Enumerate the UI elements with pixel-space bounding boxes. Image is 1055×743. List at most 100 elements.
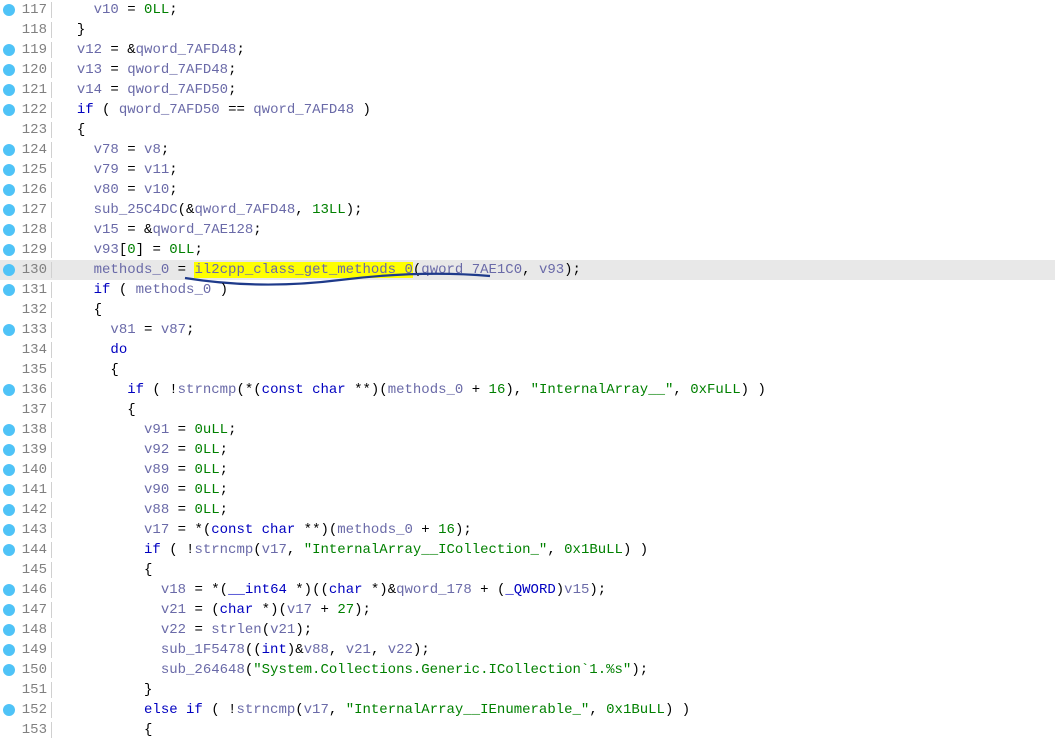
- breakpoint-icon[interactable]: [3, 544, 15, 556]
- breakpoint-icon[interactable]: [3, 224, 15, 236]
- code-content[interactable]: v12 = &qword_7AFD48;: [52, 42, 245, 58]
- breakpoint-gutter[interactable]: [0, 664, 18, 676]
- code-content[interactable]: v93[0] = 0LL;: [52, 242, 203, 258]
- breakpoint-gutter[interactable]: [0, 384, 18, 396]
- breakpoint-gutter[interactable]: [0, 104, 18, 116]
- code-line[interactable]: 123 {: [0, 120, 1055, 140]
- code-content[interactable]: if ( !strncmp(*(const char **)(methods_0…: [52, 382, 766, 398]
- breakpoint-gutter[interactable]: [0, 4, 18, 16]
- code-content[interactable]: v91 = 0uLL;: [52, 422, 236, 438]
- breakpoint-gutter[interactable]: [0, 624, 18, 636]
- code-line[interactable]: 150 sub_264648("System.Collections.Gener…: [0, 660, 1055, 680]
- code-content[interactable]: v17 = *(const char **)(methods_0 + 16);: [52, 522, 472, 538]
- breakpoint-gutter[interactable]: [0, 464, 18, 476]
- code-content[interactable]: v21 = (char *)(v17 + 27);: [52, 602, 371, 618]
- breakpoint-icon[interactable]: [3, 704, 15, 716]
- code-content[interactable]: if ( !strncmp(v17, "InternalArray__IColl…: [52, 542, 648, 558]
- code-line[interactable]: 119 v12 = &qword_7AFD48;: [0, 40, 1055, 60]
- code-line[interactable]: 136 if ( !strncmp(*(const char **)(metho…: [0, 380, 1055, 400]
- code-line[interactable]: 151 }: [0, 680, 1055, 700]
- breakpoint-icon[interactable]: [3, 484, 15, 496]
- code-content[interactable]: {: [52, 122, 85, 138]
- breakpoint-gutter[interactable]: [0, 704, 18, 716]
- breakpoint-gutter[interactable]: [0, 44, 18, 56]
- code-line[interactable]: 145 {: [0, 560, 1055, 580]
- code-content[interactable]: sub_264648("System.Collections.Generic.I…: [52, 662, 648, 678]
- breakpoint-icon[interactable]: [3, 104, 15, 116]
- breakpoint-gutter[interactable]: [0, 504, 18, 516]
- code-content[interactable]: sub_1F5478((int)&v88, v21, v22);: [52, 642, 430, 658]
- breakpoint-icon[interactable]: [3, 624, 15, 636]
- code-content[interactable]: v90 = 0LL;: [52, 482, 228, 498]
- breakpoint-icon[interactable]: [3, 64, 15, 76]
- breakpoint-icon[interactable]: [3, 384, 15, 396]
- code-line[interactable]: 139 v92 = 0LL;: [0, 440, 1055, 460]
- breakpoint-gutter[interactable]: [0, 444, 18, 456]
- code-line[interactable]: 144 if ( !strncmp(v17, "InternalArray__I…: [0, 540, 1055, 560]
- breakpoint-gutter[interactable]: [0, 144, 18, 156]
- breakpoint-gutter[interactable]: [0, 584, 18, 596]
- breakpoint-gutter[interactable]: [0, 64, 18, 76]
- code-content[interactable]: v13 = qword_7AFD48;: [52, 62, 236, 78]
- code-line[interactable]: 138 v91 = 0uLL;: [0, 420, 1055, 440]
- code-content[interactable]: v14 = qword_7AFD50;: [52, 82, 236, 98]
- code-content[interactable]: {: [52, 562, 152, 578]
- code-line[interactable]: 153 {: [0, 720, 1055, 740]
- code-content[interactable]: v78 = v8;: [52, 142, 169, 158]
- code-line[interactable]: 128 v15 = &qword_7AE128;: [0, 220, 1055, 240]
- code-content[interactable]: {: [52, 362, 119, 378]
- code-line[interactable]: 127 sub_25C4DC(&qword_7AFD48, 13LL);: [0, 200, 1055, 220]
- code-line[interactable]: 131 if ( methods_0 ): [0, 280, 1055, 300]
- code-line[interactable]: 135 {: [0, 360, 1055, 380]
- code-content[interactable]: if ( methods_0 ): [52, 282, 228, 298]
- code-line[interactable]: 147 v21 = (char *)(v17 + 27);: [0, 600, 1055, 620]
- code-line[interactable]: 126 v80 = v10;: [0, 180, 1055, 200]
- code-line[interactable]: 122 if ( qword_7AFD50 == qword_7AFD48 ): [0, 100, 1055, 120]
- code-content[interactable]: methods_0 = il2cpp_class_get_methods_0(q…: [52, 262, 581, 278]
- code-content[interactable]: {: [52, 302, 102, 318]
- breakpoint-icon[interactable]: [3, 584, 15, 596]
- code-line[interactable]: 133 v81 = v87;: [0, 320, 1055, 340]
- code-line[interactable]: 121 v14 = qword_7AFD50;: [0, 80, 1055, 100]
- breakpoint-icon[interactable]: [3, 144, 15, 156]
- code-line[interactable]: 134 do: [0, 340, 1055, 360]
- code-content[interactable]: v89 = 0LL;: [52, 462, 228, 478]
- code-content[interactable]: v10 = 0LL;: [52, 2, 178, 18]
- code-content[interactable]: do: [52, 342, 127, 358]
- breakpoint-icon[interactable]: [3, 324, 15, 336]
- breakpoint-icon[interactable]: [3, 444, 15, 456]
- breakpoint-icon[interactable]: [3, 184, 15, 196]
- code-line[interactable]: 118 }: [0, 20, 1055, 40]
- code-content[interactable]: v80 = v10;: [52, 182, 178, 198]
- code-content[interactable]: v88 = 0LL;: [52, 502, 228, 518]
- code-line[interactable]: 117 v10 = 0LL;: [0, 0, 1055, 20]
- breakpoint-gutter[interactable]: [0, 644, 18, 656]
- code-line[interactable]: 152 else if ( !strncmp(v17, "InternalArr…: [0, 700, 1055, 720]
- breakpoint-gutter[interactable]: [0, 424, 18, 436]
- code-content[interactable]: sub_25C4DC(&qword_7AFD48, 13LL);: [52, 202, 363, 218]
- breakpoint-icon[interactable]: [3, 264, 15, 276]
- code-content[interactable]: else if ( !strncmp(v17, "InternalArray__…: [52, 702, 690, 718]
- code-content[interactable]: }: [52, 22, 85, 38]
- breakpoint-icon[interactable]: [3, 4, 15, 16]
- breakpoint-gutter[interactable]: [0, 264, 18, 276]
- code-line[interactable]: 132 {: [0, 300, 1055, 320]
- code-content[interactable]: {: [52, 402, 136, 418]
- code-line[interactable]: 120 v13 = qword_7AFD48;: [0, 60, 1055, 80]
- breakpoint-icon[interactable]: [3, 44, 15, 56]
- code-line[interactable]: 124 v78 = v8;: [0, 140, 1055, 160]
- breakpoint-icon[interactable]: [3, 84, 15, 96]
- code-line[interactable]: 143 v17 = *(const char **)(methods_0 + 1…: [0, 520, 1055, 540]
- code-line[interactable]: 125 v79 = v11;: [0, 160, 1055, 180]
- code-line[interactable]: 141 v90 = 0LL;: [0, 480, 1055, 500]
- breakpoint-gutter[interactable]: [0, 484, 18, 496]
- breakpoint-gutter[interactable]: [0, 524, 18, 536]
- code-content[interactable]: v15 = &qword_7AE128;: [52, 222, 262, 238]
- breakpoint-gutter[interactable]: [0, 284, 18, 296]
- breakpoint-icon[interactable]: [3, 504, 15, 516]
- code-content[interactable]: {: [52, 722, 152, 738]
- breakpoint-gutter[interactable]: [0, 604, 18, 616]
- code-line[interactable]: 137 {: [0, 400, 1055, 420]
- code-content[interactable]: v79 = v11;: [52, 162, 178, 178]
- breakpoint-icon[interactable]: [3, 164, 15, 176]
